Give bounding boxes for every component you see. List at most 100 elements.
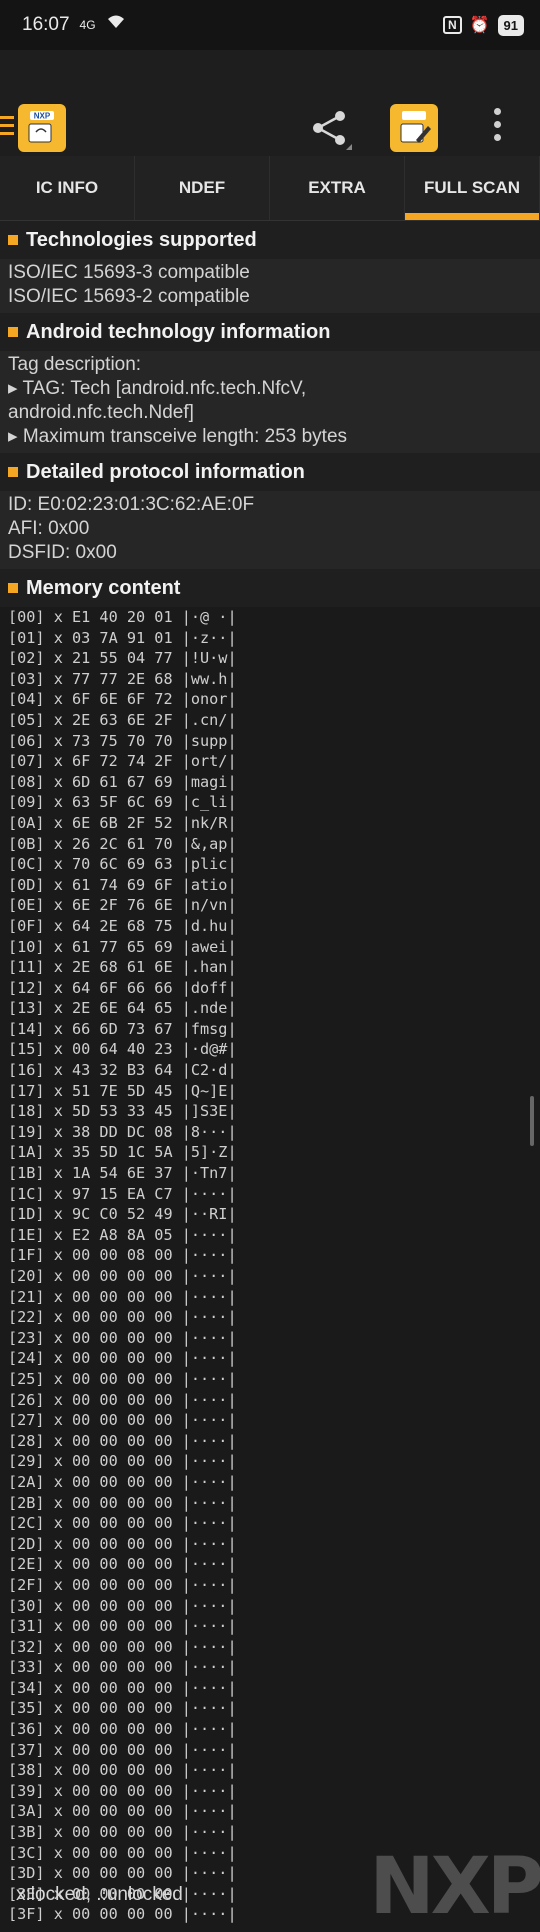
memory-row: [37] x 00 00 00 00 |····| — [8, 1740, 237, 1759]
memory-row: [2D] x 00 00 00 00 |····| — [8, 1534, 237, 1553]
memory-row: [09] x 63 5F 6C 69 |c_li| — [8, 793, 237, 812]
share-icon[interactable] — [308, 106, 352, 150]
bullet-icon — [8, 235, 18, 245]
memory-row: [0A] x 6E 6B 2F 52 |nk/R| — [8, 813, 237, 832]
memory-row: [0F] x 64 2E 68 75 |d.hu| — [8, 916, 237, 935]
memory-row: [1A] x 35 5D 1C 5A |5]·Z| — [8, 1143, 237, 1162]
tab-ndef[interactable]: NDEF — [135, 156, 270, 220]
memory-row: [0B] x 26 2C 61 70 |&,ap| — [8, 834, 237, 853]
memory-row: [20] x 00 00 00 00 |····| — [8, 1267, 237, 1285]
memory-row: [30] x 00 00 00 00 |····| — [8, 1596, 237, 1615]
memory-row: [11] x 2E 68 61 6E |.han| — [8, 958, 237, 977]
memory-row: [02] x 21 55 04 77 |!U·w| — [8, 649, 237, 668]
scrollbar[interactable] — [530, 1096, 534, 1146]
technologies-section: Technologies supported ISO/IEC 15693-3 c… — [0, 221, 540, 313]
memory-row: [21] x 00 00 00 00 |····| — [8, 1287, 237, 1306]
svg-text:NXP: NXP — [34, 112, 51, 121]
memory-row: [18] x 5D 53 33 45 |]S3E| — [8, 1102, 237, 1121]
section-body: ISO/IEC 15693-3 compatible ISO/IEC 15693… — [0, 259, 540, 313]
app-logo[interactable]: NXP — [18, 104, 66, 152]
memory-row: [00] x E1 40 20 01 |·@ ·| — [8, 608, 237, 626]
memory-row: [05] x 2E 63 6E 2F |.cn/| — [8, 710, 237, 729]
memory-row: [08] x 6D 61 67 69 |magi| — [8, 772, 237, 791]
write-tag-icon[interactable] — [390, 104, 438, 152]
tab-full-scan[interactable]: FULL SCAN — [405, 156, 540, 220]
memory-row: [25] x 00 00 00 00 |····| — [8, 1369, 237, 1388]
info-line: ▸ Maximum transceive length: 253 bytes — [8, 426, 348, 447]
info-line: ISO/IEC 15693-3 compatible — [8, 262, 250, 283]
memory-section: Memory content [00] x E1 40 20 01 |·@ ·|… — [0, 569, 540, 1925]
memory-row: [26] x 00 00 00 00 |····| — [8, 1390, 237, 1409]
memory-row: [3B] x 00 00 00 00 |····| — [8, 1823, 237, 1842]
memory-row: [1E] x E2 A8 8A 05 |····| — [8, 1225, 237, 1244]
section-header: Technologies supported — [0, 221, 540, 259]
memory-row: [2F] x 00 00 00 00 |····| — [8, 1575, 237, 1594]
section-body: Tag description: ▸ TAG: Tech [android.nf… — [0, 351, 540, 453]
memory-row: [15] x 00 64 40 23 |·d@#| — [8, 1040, 237, 1059]
info-line: ▸ TAG: Tech [android.nfc.tech.NfcV, — [8, 378, 307, 399]
memory-row: [13] x 2E 6E 64 65 |.nde| — [8, 999, 237, 1018]
status-bar: 16:07 4G N ⏰ 91 — [0, 0, 540, 50]
memory-row: [22] x 00 00 00 00 |····| — [8, 1308, 237, 1327]
section-body: ID: E0:02:23:01:3C:62:AE:0F AFI: 0x00 DS… — [0, 491, 540, 569]
memory-row: [07] x 6F 72 74 2F |ort/| — [8, 752, 237, 771]
memory-row: [35] x 00 00 00 00 |····| — [8, 1699, 237, 1718]
memory-row: [1F] x 00 00 08 00 |····| — [8, 1246, 237, 1265]
memory-row: [2A] x 00 00 00 00 |····| — [8, 1472, 237, 1491]
memory-row: [04] x 6F 6E 6F 72 |onor| — [8, 690, 237, 709]
memory-row: [34] x 00 00 00 00 |····| — [8, 1678, 237, 1697]
bullet-icon — [8, 583, 18, 593]
memory-row: [16] x 43 32 B3 64 |C2·d| — [8, 1061, 237, 1080]
memory-row: [19] x 38 DD DC 08 |8···| — [8, 1122, 237, 1141]
info-line: DSFID: 0x00 — [8, 542, 117, 563]
memory-row: [28] x 00 00 00 00 |····| — [8, 1431, 237, 1450]
memory-row: [1B] x 1A 54 6E 37 |·Tn7| — [8, 1164, 237, 1183]
memory-row: [1C] x 97 15 EA C7 |····| — [8, 1184, 237, 1203]
section-header: Detailed protocol information — [0, 453, 540, 491]
memory-row: [24] x 00 00 00 00 |····| — [8, 1349, 237, 1368]
memory-row: [10] x 61 77 65 69 |awei| — [8, 937, 237, 956]
info-line: Tag description: — [8, 354, 142, 375]
tab-extra[interactable]: EXTRA — [270, 156, 405, 220]
nfc-icon: N — [442, 16, 462, 34]
app-toolbar: NXP — [0, 50, 540, 156]
memory-row: [0E] x 6E 2F 76 6E |n/vn| — [8, 896, 237, 915]
alarm-icon: ⏰ — [469, 17, 490, 34]
battery-icon: 91 — [497, 14, 524, 36]
nxp-watermark: NXP — [369, 1842, 540, 1932]
memory-row: [2C] x 00 00 00 00 |····| — [8, 1514, 237, 1533]
memory-row: [06] x 73 75 70 70 |supp| — [8, 731, 237, 750]
info-line: ISO/IEC 15693-2 compatible — [8, 286, 250, 307]
signal-icon: 4G — [79, 18, 96, 32]
tab-bar: IC INFO NDEF EXTRA FULL SCAN — [0, 156, 540, 221]
lock-legend: x:locked, .:unlocked — [16, 1884, 183, 1905]
more-options-icon[interactable] — [490, 108, 504, 148]
info-line: android.nfc.tech.Ndef] — [8, 402, 194, 423]
memory-row: [33] x 00 00 00 00 |····| — [8, 1658, 237, 1677]
memory-row: [0C] x 70 6C 69 63 |plic| — [8, 855, 237, 874]
protocol-section: Detailed protocol information ID: E0:02:… — [0, 453, 540, 569]
memory-row: [38] x 00 00 00 00 |····| — [8, 1761, 237, 1780]
section-header: Android technology information — [0, 313, 540, 351]
memory-dump: [00] x E1 40 20 01 |·@ ·| [01] x 03 7A 91… — [0, 607, 540, 1925]
memory-row: [1D] x 9C C0 52 49 |··RI| — [8, 1205, 237, 1224]
memory-row: [0D] x 61 74 69 6F |atio| — [8, 875, 237, 894]
memory-row: [14] x 66 6D 73 67 |fmsg| — [8, 1019, 237, 1038]
memory-row: [2E] x 00 00 00 00 |····| — [8, 1555, 237, 1574]
memory-row: [03] x 77 77 2E 68 |ww.h| — [8, 669, 237, 688]
section-header: Memory content — [0, 569, 540, 607]
memory-row: [27] x 00 00 00 00 |····| — [8, 1411, 237, 1430]
info-line: ID: E0:02:23:01:3C:62:AE:0F — [8, 494, 255, 515]
tab-ic-info[interactable]: IC INFO — [0, 156, 135, 220]
memory-row: [31] x 00 00 00 00 |····| — [8, 1617, 237, 1636]
memory-row: [29] x 00 00 00 00 |····| — [8, 1452, 237, 1471]
memory-row: [39] x 00 00 00 00 |····| — [8, 1781, 237, 1800]
wifi-icon — [106, 14, 126, 36]
memory-row: [32] x 00 00 00 00 |····| — [8, 1637, 237, 1656]
memory-row: [12] x 64 6F 66 66 |doff| — [8, 978, 237, 997]
memory-row: [01] x 03 7A 91 01 |·z··| — [8, 628, 237, 647]
status-time: 16:07 — [22, 14, 70, 35]
bullet-icon — [8, 467, 18, 477]
memory-row: [36] x 00 00 00 00 |····| — [8, 1720, 237, 1739]
menu-icon[interactable] — [0, 116, 14, 140]
